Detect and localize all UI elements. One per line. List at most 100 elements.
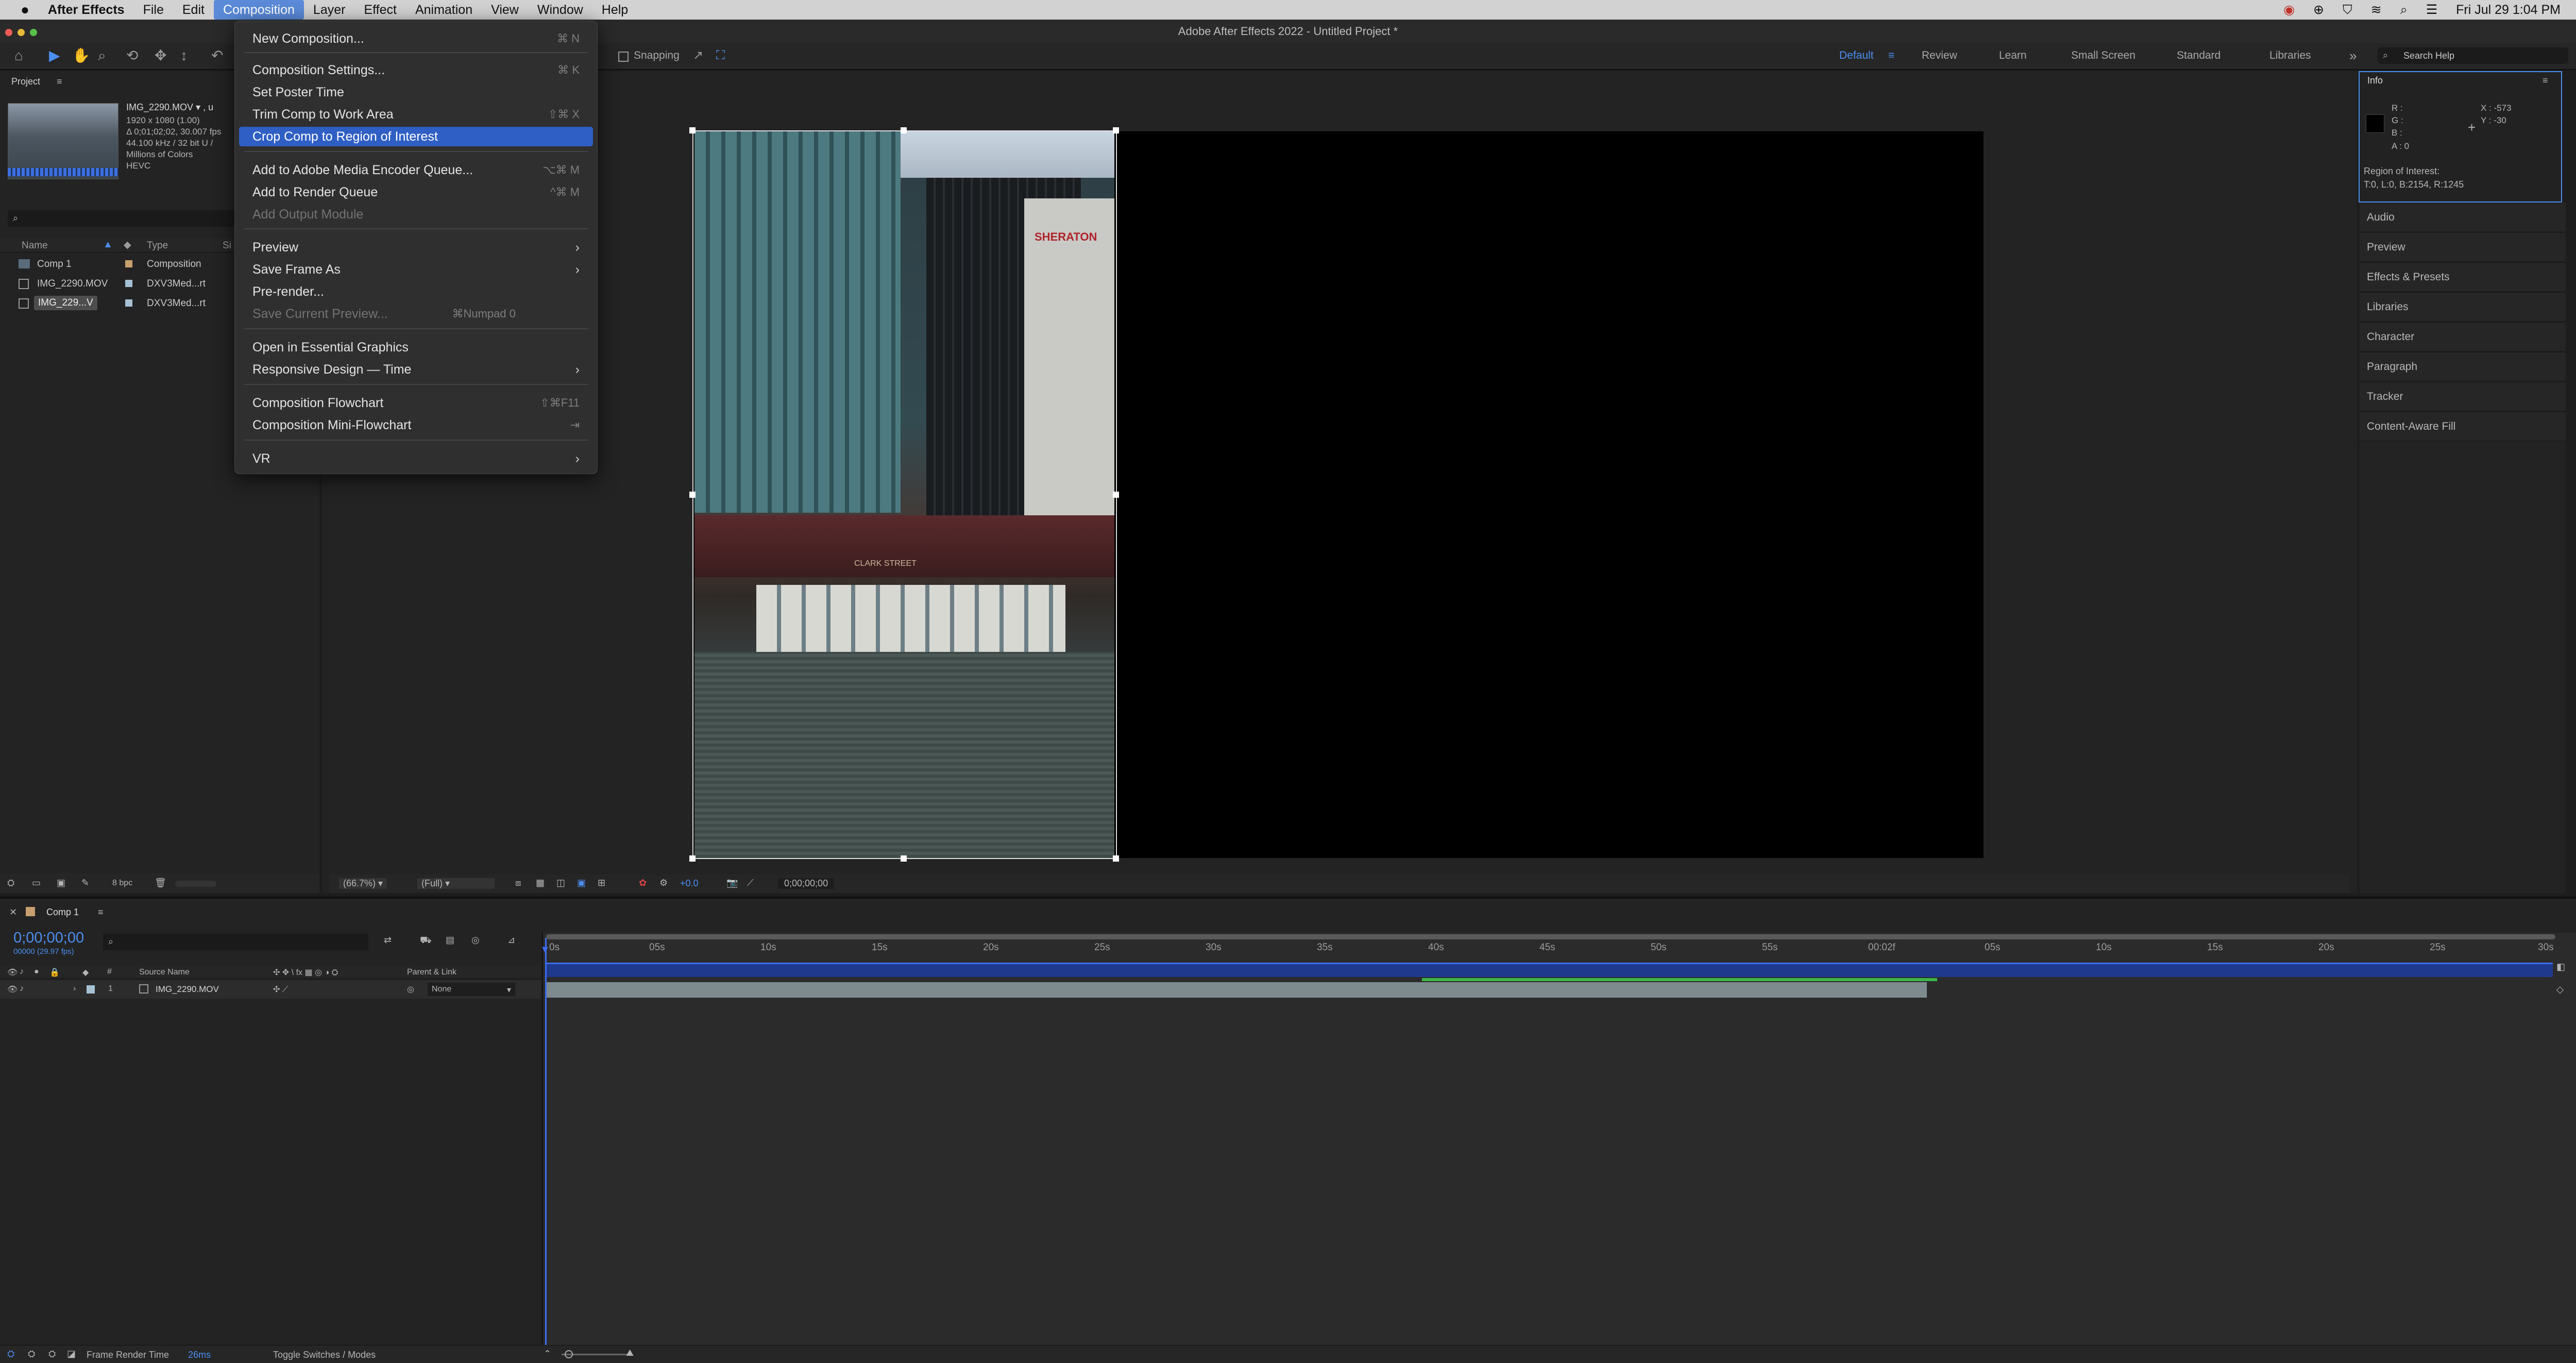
region-of-interest-box[interactable] (692, 130, 1117, 859)
draft-3d-icon[interactable]: ⛟ (420, 935, 432, 947)
comp-flowchart-icon[interactable]: ⇄ (384, 935, 392, 946)
show-snapshot-icon[interactable]: ⟋ (747, 878, 754, 888)
playhead[interactable] (545, 938, 547, 1345)
menu-effect[interactable]: Effect (354, 0, 405, 20)
interpret-footage-icon[interactable]: ⛭ (7, 878, 14, 888)
timeline-search-input[interactable]: ⌕ (103, 934, 368, 950)
pan-tool-icon[interactable]: ✥ (155, 45, 166, 66)
visibility-header-icon[interactable]: 👁 (7, 967, 18, 978)
control-center-icon[interactable]: ☰ (2426, 2, 2437, 18)
workspace-learn[interactable]: Learn (1999, 45, 2027, 66)
work-area-range[interactable] (546, 963, 2553, 977)
menu-item-add-media-encoder[interactable]: Add to Adobe Media Encoder Queue... ⌥⌘ M (239, 160, 593, 180)
new-folder-icon[interactable]: ▭ (32, 878, 41, 888)
search-help-field[interactable]: ⌕ Search Help (2378, 47, 2568, 64)
panel-libraries[interactable]: Libraries (2360, 292, 2566, 321)
menu-item-set-poster-time[interactable]: Set Poster Time (239, 82, 593, 102)
panel-audio[interactable]: Audio (2360, 203, 2566, 231)
motion-blur-icon[interactable]: ◎ (471, 935, 480, 946)
work-area-bar[interactable] (546, 934, 2555, 939)
creative-cloud-icon[interactable]: ◉ (2283, 2, 2295, 18)
roi-handle[interactable] (1113, 855, 1119, 862)
col-size[interactable]: Si (223, 240, 231, 251)
menu-edit[interactable]: Edit (173, 0, 214, 20)
menu-layer[interactable]: Layer (304, 0, 355, 20)
thumbnail-slider[interactable] (175, 881, 216, 887)
label-swatch[interactable] (125, 280, 132, 287)
layer-name[interactable]: IMG_2290.MOV (156, 984, 219, 995)
color-channel-icon[interactable]: ✿ (639, 878, 647, 888)
timeline-timecode[interactable]: 0;00;00;00 (13, 930, 84, 947)
search-icon[interactable]: ⌕ (2400, 3, 2408, 18)
parent-dropdown[interactable]: None ▾ (428, 983, 515, 996)
panel-character[interactable]: Character (2360, 322, 2566, 351)
label-swatch[interactable] (87, 985, 95, 994)
table-row[interactable]: IMG_2290.MOV DXV3Med...rt (0, 275, 242, 293)
panel-content-aware-fill[interactable]: Content-Aware Fill (2360, 412, 2566, 441)
chevron-right-icon[interactable]: » (2349, 45, 2357, 66)
channel-icon[interactable]: ⊞ (598, 878, 605, 888)
exposure-value[interactable]: +0.0 (680, 878, 699, 889)
clock[interactable]: Fri Jul 29 1:04 PM (2456, 3, 2561, 18)
project-panel-title[interactable]: Project (11, 76, 40, 87)
workspace-standard[interactable]: Standard (2177, 45, 2221, 66)
maximize-icon[interactable] (30, 29, 37, 36)
menu-help[interactable]: Help (592, 0, 637, 20)
menu-item-responsive-design[interactable]: Responsive Design — Time › (239, 360, 593, 379)
menu-file[interactable]: File (134, 0, 173, 20)
sort-ascending-icon[interactable]: ▲ (103, 239, 113, 250)
lock-header-icon[interactable]: 🔒 (49, 967, 60, 978)
zoom-in-icon[interactable]: ⛰ (626, 1348, 634, 1358)
layer-bar[interactable] (546, 982, 1927, 998)
mask-visibility-icon[interactable]: ◫ (556, 878, 565, 888)
snapshot-icon[interactable]: 📷 (726, 878, 738, 888)
solo-header-icon[interactable]: ● (34, 967, 39, 977)
playhead-handle[interactable]: ▼ (540, 944, 550, 956)
menu-window[interactable]: Window (528, 0, 592, 20)
render-time-icon[interactable]: ⛭ (7, 1349, 14, 1359)
in-out-icon[interactable]: ⛭ (28, 1349, 35, 1359)
col-type[interactable]: Type (147, 240, 168, 251)
footage-name[interactable]: IMG_2290.MOV ▾ , u (126, 102, 213, 113)
menu-item-mini-flowchart[interactable]: Composition Mini-Flowchart ⇥ (239, 415, 593, 435)
resolution-dropdown[interactable]: (Full) ▾ (417, 878, 495, 889)
roi-handle[interactable] (1113, 492, 1119, 498)
label-swatch[interactable] (125, 260, 132, 267)
menu-item-new-composition[interactable]: New Composition... ⌘ N (239, 29, 593, 48)
col-source-name[interactable]: Source Name (139, 968, 190, 977)
workspace-review[interactable]: Review (1922, 45, 1957, 66)
sync-icon[interactable]: ⊕ (2313, 2, 2324, 18)
dolly-tool-icon[interactable]: ↕ (180, 45, 188, 66)
new-composition-icon[interactable]: ▣ (57, 878, 65, 888)
roi-handle[interactable] (689, 127, 696, 133)
wifi-off-icon[interactable]: ≋ (2371, 2, 2382, 18)
pickwhip-icon[interactable]: ✎ (81, 878, 89, 888)
trash-icon[interactable]: 🗑 (155, 878, 166, 888)
hand-tool-icon[interactable]: ✋ (72, 45, 90, 66)
fast-previews-icon[interactable]: ⚙ (659, 878, 668, 888)
workspace-menu-icon[interactable]: ≡ (1888, 45, 1894, 66)
roi-handle[interactable] (901, 127, 907, 133)
orbit-tool-icon[interactable]: ⟲ (126, 45, 138, 66)
label-icon[interactable]: ◆ (124, 239, 131, 251)
menu-item-vr[interactable]: VR › (239, 449, 593, 468)
graph-editor-icon[interactable]: ⊿ (507, 935, 515, 946)
roi-handle[interactable] (689, 855, 696, 862)
close-tab-icon[interactable]: ✕ (9, 907, 17, 918)
workspace-libraries[interactable]: Libraries (2269, 45, 2311, 66)
panel-effects-presets[interactable]: Effects & Presets (2360, 262, 2566, 291)
snap-icon[interactable]: ↗ (693, 45, 703, 66)
guides-icon[interactable]: ▣ (577, 878, 586, 888)
rotate-tool-icon[interactable]: ↶ (211, 45, 223, 66)
menu-item-composition-settings[interactable]: Composition Settings... ⌘ K (239, 60, 593, 80)
minimize-icon[interactable] (18, 29, 25, 36)
shield-icon[interactable]: ⛉ (2343, 3, 2352, 18)
panel-menu-icon[interactable]: ≡ (98, 907, 104, 918)
project-search-input[interactable]: ⌕ (8, 210, 234, 227)
menu-item-add-render-queue[interactable]: Add to Render Queue ^⌘ M (239, 182, 593, 202)
roi-handle[interactable] (1113, 127, 1119, 133)
menu-view[interactable]: View (482, 0, 528, 20)
frame-blending-icon[interactable]: ▤ (446, 935, 454, 946)
visibility-icon[interactable]: 👁 (7, 984, 18, 995)
chevron-right-icon[interactable]: › (73, 984, 76, 994)
